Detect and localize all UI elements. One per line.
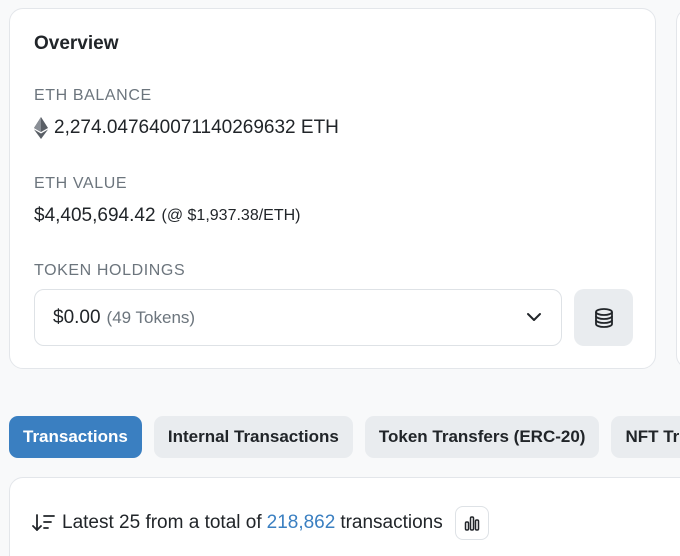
token-holdings-value: $0.00 [53, 306, 101, 328]
eth-value: $4,405,694.42 (@ $1,937.38/ETH) [34, 205, 300, 227]
eth-balance-amount: 2,274.047640071140269632 ETH [54, 117, 339, 138]
eth-value-rate: (@ $1,937.38/ETH) [161, 207, 301, 224]
overview-card: Overview ETH BALANCE 2,274.0476400711402… [9, 8, 656, 369]
tab-bar: Transactions Internal Transactions Token… [9, 416, 680, 458]
analytics-button[interactable] [454, 506, 489, 540]
chevron-down-icon [527, 313, 541, 321]
eth-value-amount: $4,405,694.42 [34, 205, 156, 226]
transactions-total-link[interactable]: 218,862 [267, 512, 336, 534]
eth-value-label: ETH VALUE [34, 175, 128, 192]
transactions-suffix: transactions [340, 512, 443, 533]
ethereum-icon [34, 117, 48, 139]
sort-descending-icon[interactable] [32, 513, 56, 533]
tab-internal-transactions[interactable]: Internal Transactions [153, 416, 353, 458]
eth-balance-label: ETH BALANCE [34, 87, 152, 104]
token-holdings-button[interactable] [574, 289, 633, 346]
secondary-card [676, 8, 680, 369]
token-holdings-dropdown[interactable]: $0.00 (49 Tokens) [34, 289, 562, 346]
tab-transactions[interactable]: Transactions [9, 416, 142, 458]
eth-balance-value: 2,274.047640071140269632 ETH [34, 117, 339, 139]
tab-token-transfers[interactable]: Token Transfers (ERC-20) [364, 416, 600, 458]
coins-icon [594, 307, 613, 328]
token-holdings-label: TOKEN HOLDINGS [34, 262, 186, 279]
transactions-card: Latest 25 from a total of 218,862 transa… [9, 477, 680, 556]
overview-title: Overview [34, 33, 119, 54]
transactions-prefix: Latest 25 from a total of [62, 512, 262, 533]
tab-nft-transfers[interactable]: NFT Tr [611, 416, 680, 458]
bar-chart-icon [464, 516, 480, 531]
token-holdings-count: (49 Tokens) [106, 307, 196, 327]
transactions-summary: Latest 25 from a total of 218,862 transa… [32, 506, 489, 540]
